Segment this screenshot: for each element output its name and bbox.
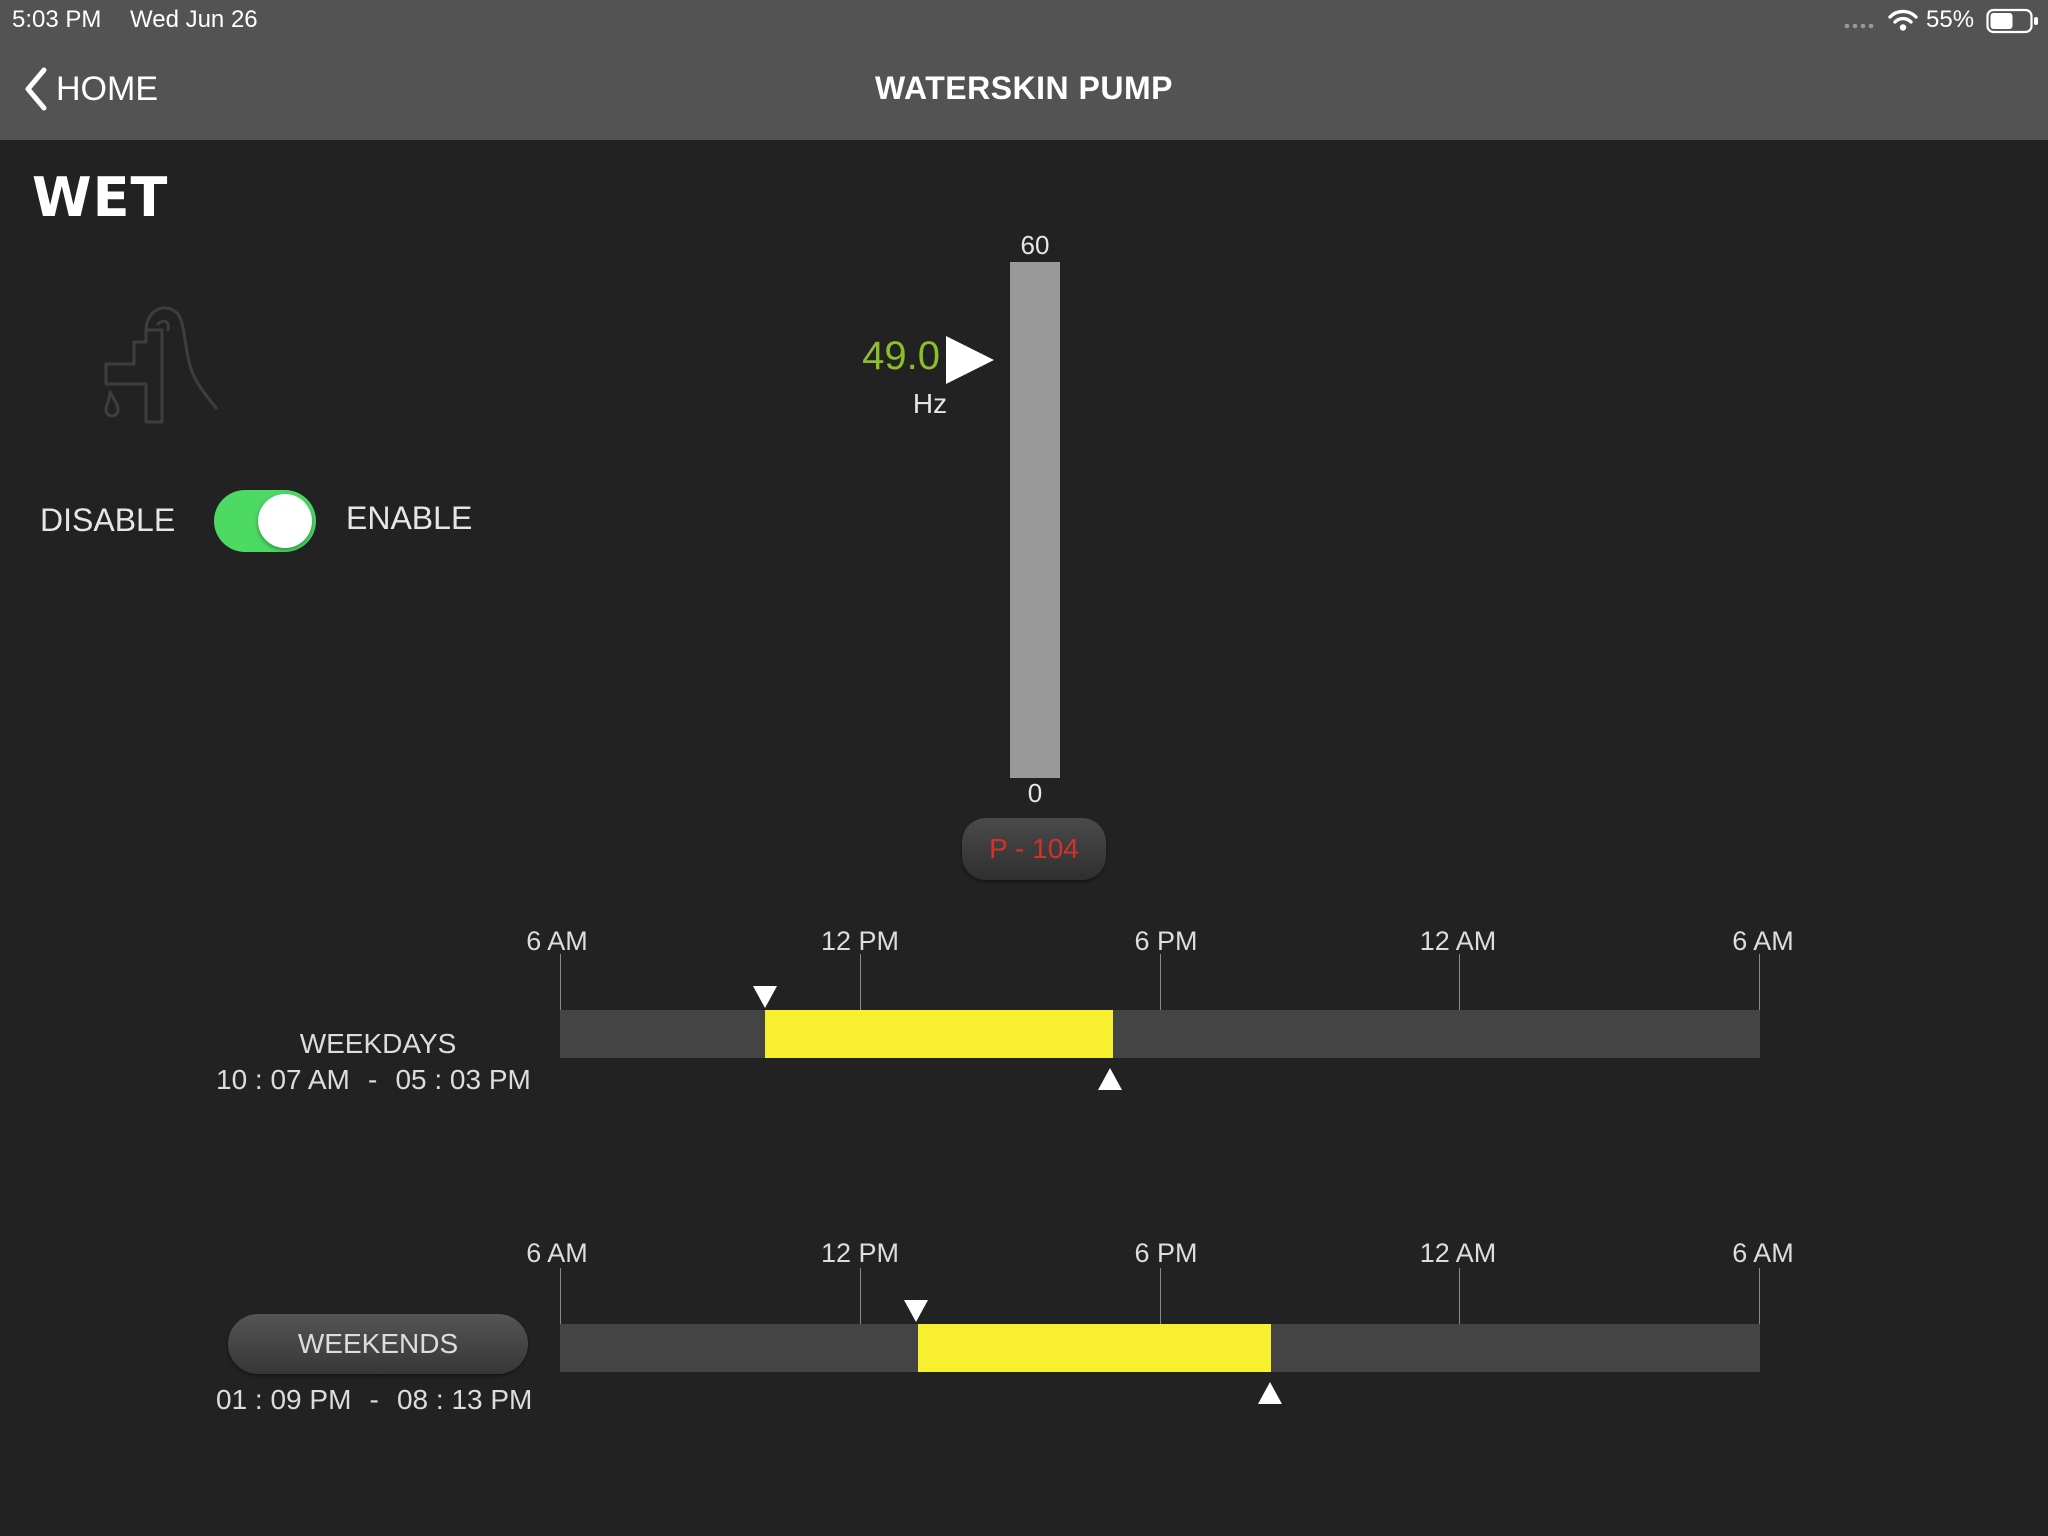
weekdays-timeline-track[interactable]	[560, 1010, 1760, 1058]
weekdays-start-handle[interactable]	[751, 984, 779, 1010]
weekdays-tick-label: 6 PM	[1134, 926, 1198, 956]
wifi-icon	[1888, 9, 1918, 31]
weekends-tick-label: 12 PM	[820, 1238, 900, 1268]
weekdays-time-range: 10 : 07 AM - 05 : 03 PM	[216, 1064, 531, 1096]
battery-icon	[1986, 8, 2038, 34]
weekends-end-handle[interactable]	[1256, 1380, 1284, 1406]
timeline-tick	[1160, 1268, 1161, 1324]
status-time: 5:03 PM	[12, 6, 102, 33]
battery-percentage: 55%	[1926, 6, 1975, 33]
weekdays-tick-label: 6 AM	[1732, 926, 1794, 956]
timeline-tick	[1759, 954, 1760, 1010]
gauge-pointer-icon	[946, 336, 994, 384]
timeline-tick	[860, 954, 861, 1010]
timeline-tick	[860, 1268, 861, 1324]
device-tag-button[interactable]: P - 104	[962, 818, 1106, 880]
weekends-button[interactable]: WEEKENDS	[228, 1314, 528, 1374]
page-title: WATERSKIN PUMP	[875, 70, 1173, 106]
weekends-tick-label: 12 AM	[1419, 1238, 1497, 1268]
toggle-knob	[258, 494, 312, 548]
weekdays-separator: -	[367, 1064, 378, 1095]
weekends-start-handle[interactable]	[902, 1298, 930, 1324]
weekdays-label: WEEKDAYS	[299, 1028, 457, 1059]
weekends-start-time: 01 : 09 PM	[216, 1384, 352, 1415]
weekdays-end-time: 05 : 03 PM	[395, 1064, 531, 1095]
weekends-separator: -	[369, 1384, 379, 1415]
weekends-time-range: 01 : 09 PM - 08 : 13 PM	[216, 1384, 532, 1416]
weekdays-tick-label: 12 PM	[820, 926, 900, 956]
timeline-tick	[1459, 954, 1460, 1010]
frequency-gauge-bar	[1010, 262, 1060, 778]
weekdays-tick-label: 12 AM	[1419, 926, 1497, 956]
weekdays-tick-label: 6 AM	[526, 926, 588, 956]
weekdays-start-time: 10 : 07 AM	[216, 1064, 350, 1095]
timeline-tick	[1459, 1268, 1460, 1324]
water-pump-icon	[104, 306, 218, 424]
status-date: Wed Jun 26	[130, 6, 258, 33]
disable-label: DISABLE	[40, 502, 176, 538]
gauge-max-label: 60	[1020, 230, 1050, 260]
gauge-min-label: 0	[1027, 778, 1043, 808]
timeline-tick	[560, 954, 561, 1010]
timeline-tick	[1160, 954, 1161, 1010]
timeline-tick	[560, 1268, 561, 1324]
enable-toggle[interactable]	[214, 490, 316, 552]
weekends-end-time: 08 : 13 PM	[396, 1384, 533, 1415]
timeline-tick	[1759, 1268, 1760, 1324]
zone-title: WET	[32, 166, 169, 229]
enable-label: ENABLE	[346, 500, 473, 536]
weekends-tick-label: 6 AM	[1732, 1238, 1794, 1268]
cellular-signal-icon	[1844, 23, 1874, 29]
frequency-unit: Hz	[912, 388, 948, 419]
frequency-value: 49.0	[862, 334, 940, 378]
weekends-active-range	[918, 1324, 1271, 1372]
weekdays-end-handle[interactable]	[1096, 1066, 1124, 1092]
weekends-tick-label: 6 AM	[526, 1238, 588, 1268]
weekdays-active-range	[765, 1010, 1113, 1058]
weekends-tick-label: 6 PM	[1134, 1238, 1198, 1268]
